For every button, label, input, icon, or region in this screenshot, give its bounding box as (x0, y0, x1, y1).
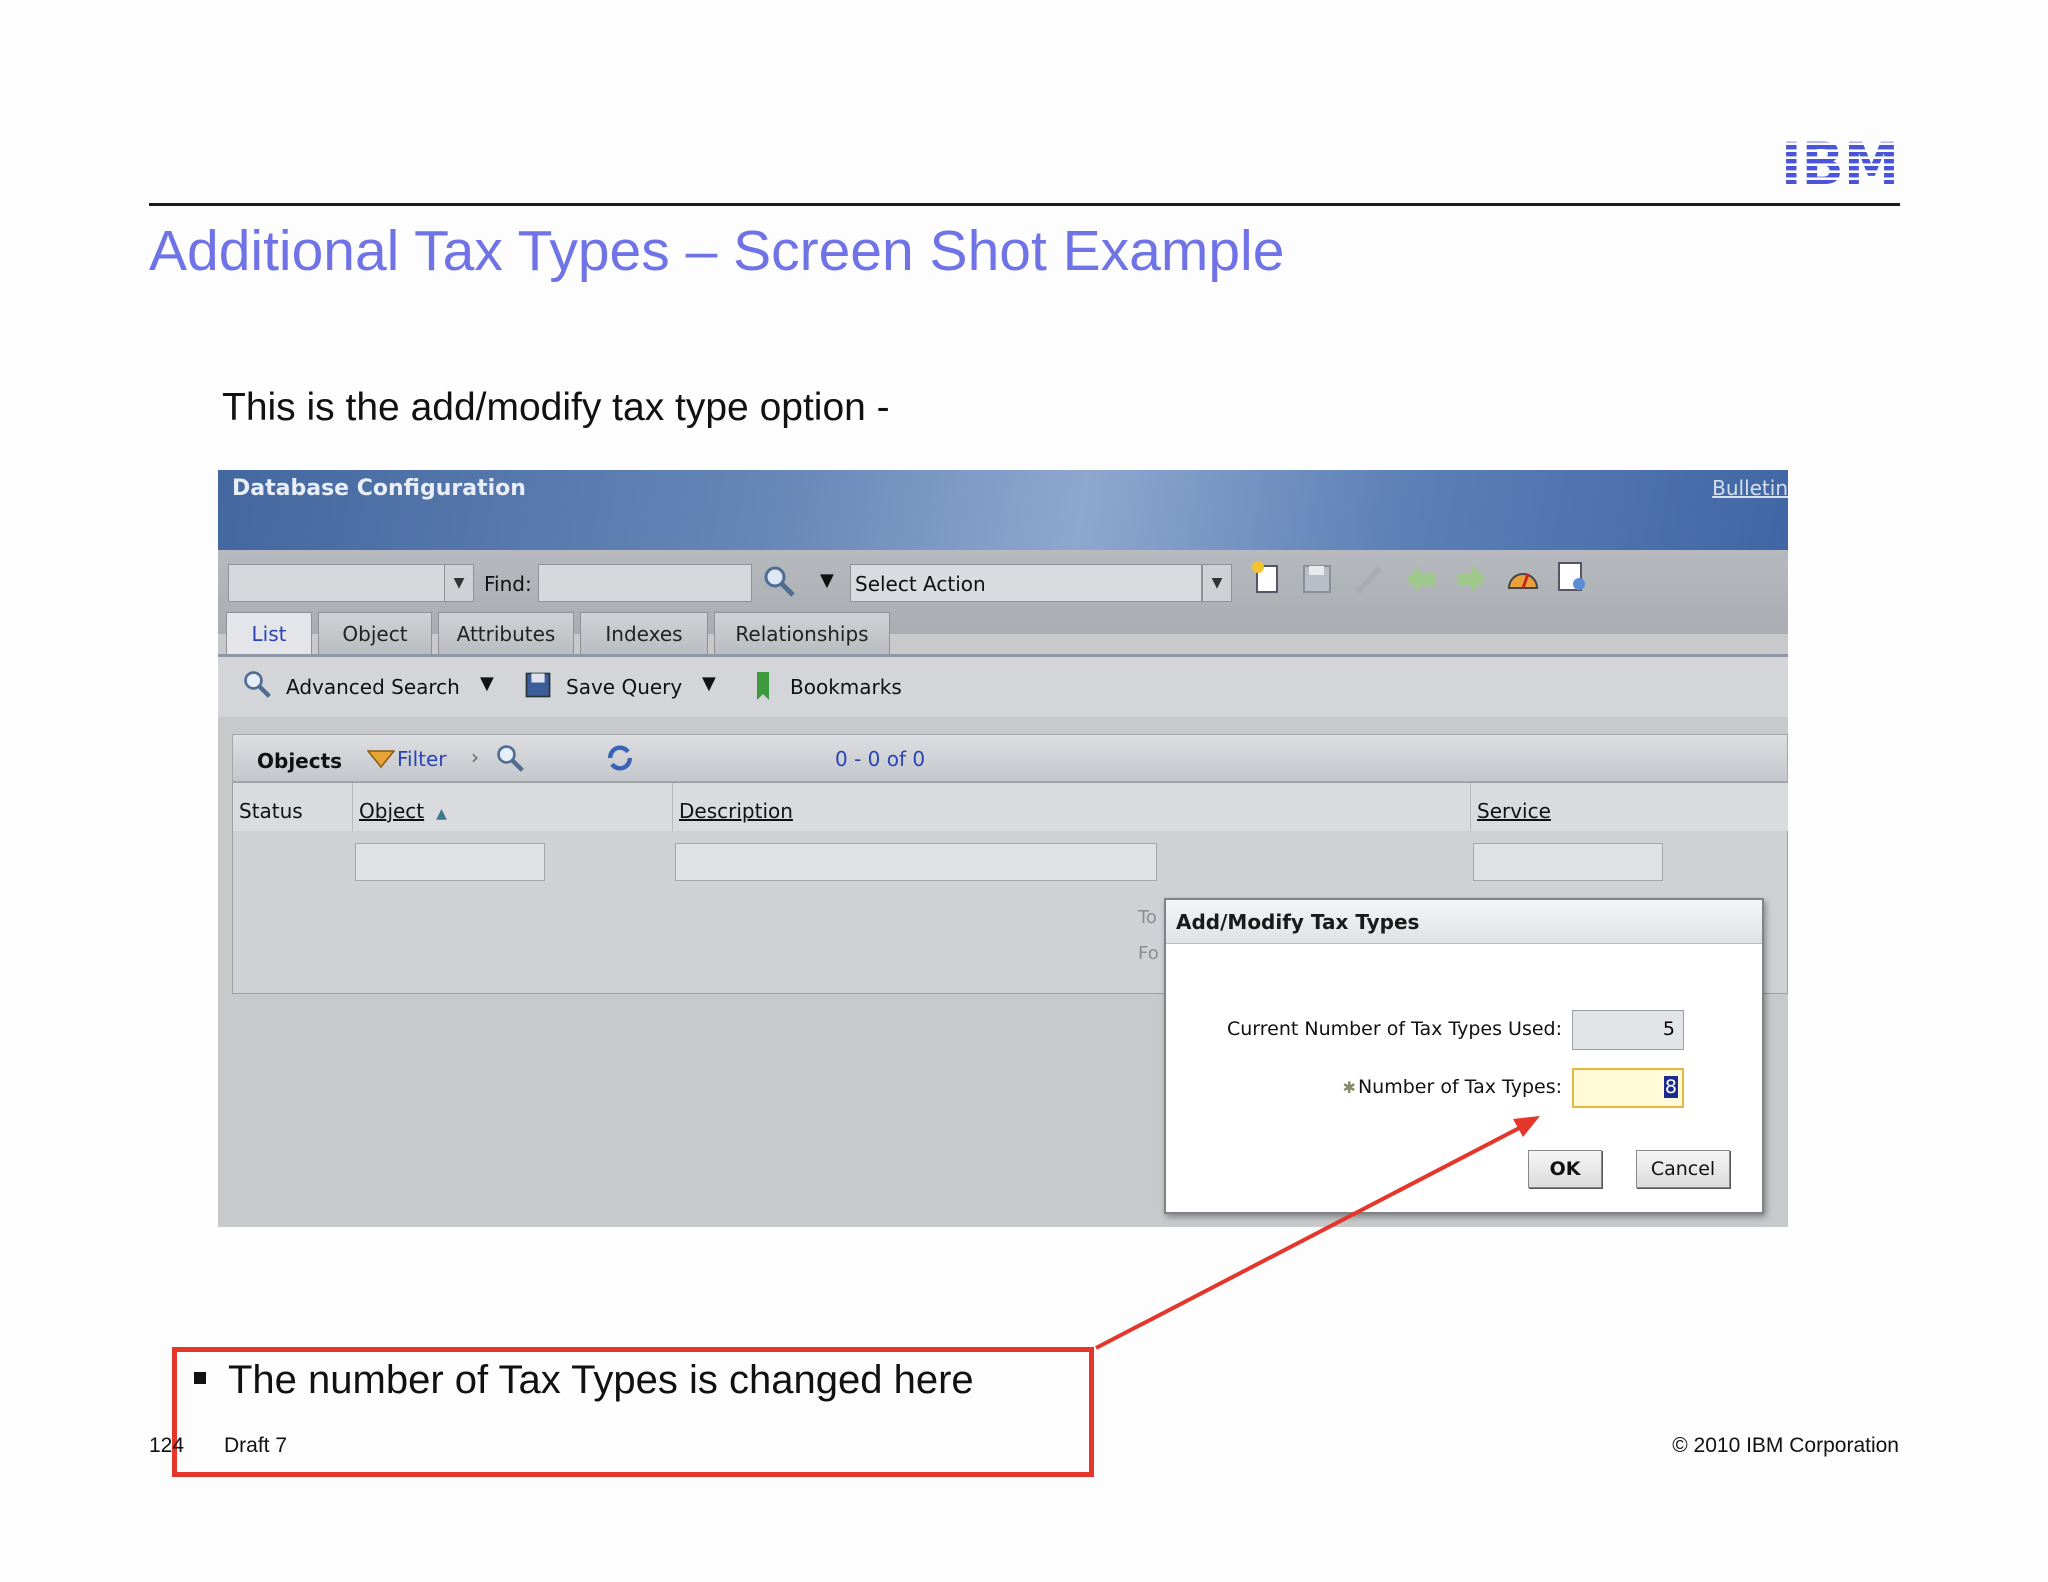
advanced-search-icon[interactable] (242, 669, 272, 699)
tab-indexes[interactable]: Indexes (580, 612, 708, 654)
find-input[interactable] (538, 564, 752, 602)
chevron-down-icon[interactable]: ▼ (444, 564, 474, 602)
required-asterisk-icon: ✱ (1342, 1078, 1356, 1097)
previous-arrow-icon[interactable] (1404, 562, 1438, 596)
app-title: Database Configuration (232, 476, 526, 501)
chevron-down-icon[interactable]: ▼ (480, 673, 494, 694)
new-record-icon[interactable] (1250, 560, 1284, 594)
column-header-object[interactable]: Object ▲ (353, 783, 673, 831)
current-tax-types-field: 5 (1572, 1010, 1684, 1050)
advanced-search-button[interactable]: Advanced Search (286, 675, 460, 699)
select-action-field[interactable]: Select Action (850, 564, 1202, 602)
ok-button[interactable]: OK (1528, 1150, 1602, 1188)
footer-copyright: © 2010 IBM Corporation (1672, 1434, 1899, 1457)
find-label: Find: (484, 572, 532, 596)
app-select-field[interactable] (228, 564, 446, 602)
dialog-title: Add/Modify Tax Types (1166, 900, 1762, 944)
objects-toolbar: Objects Filter › 0 - 0 of 0 (232, 734, 1788, 782)
number-of-tax-types-value: 8 (1663, 1076, 1678, 1098)
header-divider (149, 203, 1900, 206)
ibm-logo: IBM (1781, 138, 1899, 188)
partial-hidden-text: To Fo (1138, 900, 1159, 972)
partial-text-line: To (1138, 907, 1157, 928)
number-tax-types-label-text: Number of Tax Types: (1357, 1076, 1562, 1098)
tab-object[interactable]: Object (318, 612, 432, 654)
sort-icon[interactable]: ▲ (436, 806, 447, 822)
filter-icon[interactable] (367, 749, 395, 769)
column-header-service[interactable]: Service (1471, 783, 1788, 831)
callout-text: The number of Tax Types is changed here (194, 1358, 974, 1403)
bulletin-link[interactable]: Bulletin (1712, 476, 1788, 500)
chevron-down-icon[interactable]: ▼ (702, 673, 716, 694)
save-query-icon[interactable] (524, 671, 552, 699)
column-header-description[interactable]: Description (673, 783, 1471, 831)
objects-label: Objects (257, 749, 343, 773)
app-titlebar: Database Configuration Bulletin (218, 470, 1788, 550)
footer-page-number: 124 (149, 1434, 185, 1457)
bookmark-icon[interactable] (754, 671, 772, 701)
clear-icon[interactable] (1352, 562, 1386, 596)
next-arrow-icon[interactable] (1454, 562, 1488, 596)
object-filter-input[interactable] (355, 843, 545, 881)
query-bar: Advanced Search ▼ Save Query ▼ Bookmarks (218, 657, 1788, 717)
chevron-right-icon[interactable]: › (471, 745, 479, 769)
footer-draft: Draft 7 (224, 1434, 288, 1457)
bookmarks-button[interactable]: Bookmarks (790, 675, 902, 699)
save-icon[interactable] (1300, 562, 1334, 596)
tab-attributes[interactable]: Attributes (438, 612, 574, 654)
record-range: 0 - 0 of 0 (835, 747, 926, 771)
search-icon[interactable] (495, 743, 525, 773)
report-icon[interactable] (1556, 560, 1590, 594)
description-filter-input[interactable] (675, 843, 1157, 881)
svg-text:IBM: IBM (1781, 138, 1899, 188)
filter-button[interactable]: Filter (397, 747, 447, 771)
callout-text-label: The number of Tax Types is changed here (228, 1358, 974, 1402)
column-header-status[interactable]: Status (233, 783, 353, 831)
tab-list[interactable]: List (226, 612, 312, 656)
add-modify-tax-types-dialog: Add/Modify Tax Types Current Number of T… (1164, 898, 1764, 1214)
chevron-down-icon[interactable]: ▼ (1202, 564, 1232, 602)
column-label: Description (679, 799, 793, 823)
number-of-tax-types-input[interactable]: 8 (1572, 1068, 1684, 1108)
partial-text-line: Fo (1138, 943, 1159, 964)
current-tax-types-label: Current Number of Tax Types Used: (1226, 1018, 1562, 1040)
column-label: Status (239, 799, 303, 823)
column-label: Object (359, 799, 425, 823)
gauge-icon[interactable] (1506, 562, 1540, 596)
select-action-value: Select Action (855, 572, 986, 596)
select-action-dropdown-icon[interactable]: ▼ (820, 570, 834, 591)
slide-title: Additional Tax Types – Screen Shot Examp… (149, 219, 1285, 283)
number-tax-types-label: ✱ Number of Tax Types: (1343, 1076, 1562, 1098)
bullet-icon (194, 1372, 206, 1385)
intro-text: This is the add/modify tax type option - (222, 386, 890, 429)
cancel-button[interactable]: Cancel (1636, 1150, 1730, 1188)
save-query-button[interactable]: Save Query (566, 675, 682, 699)
column-label: Service (1477, 799, 1551, 823)
service-filter-input[interactable] (1473, 843, 1663, 881)
app-screenshot: Database Configuration Bulletin ▼ Find: … (218, 470, 1788, 1227)
refresh-icon[interactable] (605, 743, 635, 773)
tab-relationships[interactable]: Relationships (714, 612, 890, 654)
search-icon[interactable] (762, 564, 796, 598)
